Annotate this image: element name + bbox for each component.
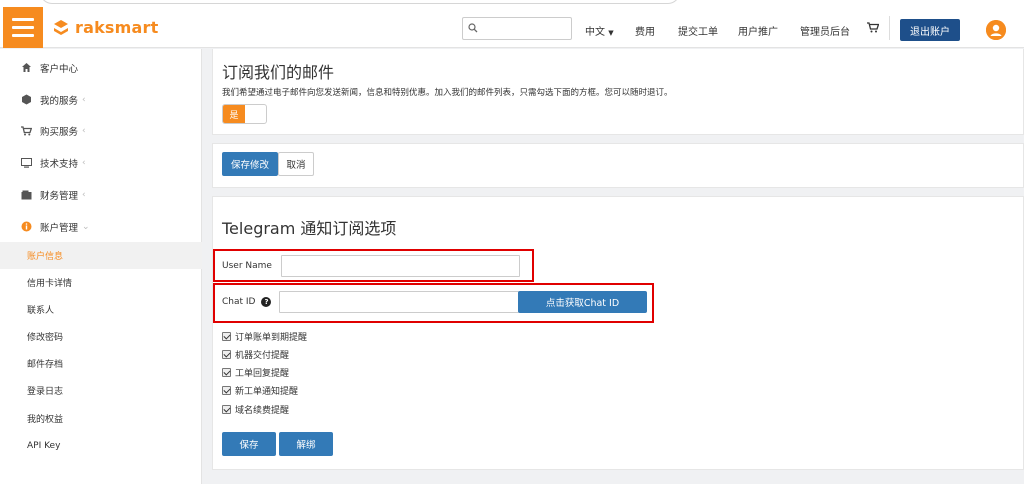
- toggle-on-label: 是: [223, 105, 245, 123]
- option-label: 机器交付提醒: [235, 351, 290, 361]
- logo[interactable]: raksmart: [52, 18, 158, 37]
- sidebar-item-buy-services[interactable]: 购买服务 ‹: [0, 117, 202, 144]
- sidebar-item-label: 我的服务: [40, 95, 79, 107]
- sidebar-subitem-api-key[interactable]: API Key: [0, 432, 202, 459]
- browser-tab-edge: [40, 0, 680, 4]
- home-icon: [20, 62, 32, 74]
- checkbox[interactable]: [222, 386, 231, 395]
- username-input[interactable]: [281, 255, 520, 277]
- header-divider: [889, 16, 890, 40]
- chevron-left-icon: ‹: [82, 157, 86, 168]
- sidebar-item-account[interactable]: 账户管理 ⌄: [0, 213, 202, 240]
- newsletter-title: 订阅我们的邮件: [222, 63, 335, 82]
- cart-icon: [20, 125, 32, 137]
- newsletter-description: 我们希望通过电子邮件向您发送新闻，信息和特别优惠。加入我们的邮件列表，只需勾选下…: [222, 88, 673, 98]
- option-row[interactable]: 订单账单到期提醒: [222, 330, 307, 343]
- chevron-left-icon: ‹: [82, 125, 86, 136]
- checkbox[interactable]: [222, 332, 231, 341]
- checkbox[interactable]: [222, 350, 231, 359]
- get-chatid-button[interactable]: 点击获取Chat ID: [518, 291, 647, 313]
- newsletter-toggle[interactable]: 是: [222, 104, 267, 124]
- nav-fees[interactable]: 费用: [635, 23, 655, 38]
- user-avatar-icon[interactable]: [986, 20, 1006, 40]
- sidebar-item-tech-support[interactable]: 技术支持 ‹: [0, 149, 202, 176]
- logo-text: raksmart: [75, 18, 159, 37]
- sidebar-item-label: 购买服务: [40, 126, 79, 138]
- chevron-left-icon: ‹: [82, 189, 86, 200]
- sidebar-item-label: 技术支持: [40, 158, 79, 170]
- unbind-button[interactable]: 解绑: [279, 432, 333, 456]
- help-icon[interactable]: ?: [261, 297, 272, 307]
- sidebar-item-label: 账户管理: [40, 222, 79, 234]
- option-row[interactable]: 工单回复提醒: [222, 366, 289, 379]
- raksmart-logo-icon: [54, 19, 68, 35]
- sidebar-subitem-account-info[interactable]: 账户信息: [0, 242, 202, 269]
- language-selector[interactable]: 中文 ▼: [585, 23, 614, 38]
- hamburger-menu-icon[interactable]: [3, 7, 43, 48]
- chevron-down-icon: ⌄: [82, 221, 90, 232]
- option-label: 订单账单到期提醒: [235, 333, 308, 343]
- option-label: 域名续费提醒: [235, 406, 290, 416]
- sidebar-item-my-services[interactable]: 我的服务 ‹: [0, 86, 202, 113]
- sidebar-subitem-my-rights[interactable]: 我的权益: [0, 405, 202, 432]
- top-header: raksmart 中文 ▼ 费用 提交工单 用户推广 管理员后台 退出账户: [0, 6, 1024, 48]
- actions-panel: [212, 143, 1024, 188]
- chatid-input[interactable]: [279, 291, 519, 313]
- sidebar-item-label: 财务管理: [40, 190, 79, 202]
- option-label: 新工单通知提醒: [235, 387, 299, 397]
- sidebar-subitem-change-password[interactable]: 修改密码: [0, 323, 202, 350]
- cart-icon[interactable]: [867, 22, 879, 33]
- logout-button[interactable]: 退出账户: [900, 19, 960, 41]
- chevron-left-icon: ‹: [82, 94, 86, 105]
- save-button[interactable]: 保存: [222, 432, 276, 456]
- option-label: 工单回复提醒: [235, 369, 290, 379]
- cancel-button[interactable]: 取消: [278, 152, 314, 176]
- sidebar-subitem-contacts[interactable]: 联系人: [0, 296, 202, 323]
- option-row[interactable]: 新工单通知提醒: [222, 384, 298, 397]
- sidebar-subitem-login-log[interactable]: 登录日志: [0, 377, 202, 404]
- option-row[interactable]: 域名续费提醒: [222, 403, 289, 416]
- checkbox[interactable]: [222, 405, 231, 414]
- sidebar-item-finance[interactable]: 财务管理 ‹: [0, 181, 202, 208]
- search-box[interactable]: [462, 17, 572, 40]
- nav-affiliate[interactable]: 用户推广: [738, 23, 778, 38]
- monitor-icon: [20, 157, 32, 169]
- chatid-label: Chat ID?: [222, 297, 272, 307]
- cube-icon: [20, 94, 32, 106]
- caret-down-icon: ▼: [608, 29, 614, 37]
- option-row[interactable]: 机器交付提醒: [222, 348, 289, 361]
- telegram-title: Telegram 通知订阅选项: [222, 219, 397, 238]
- sidebar-subitem-credit-card[interactable]: 信用卡详情: [0, 269, 202, 296]
- sidebar: 客户中心 我的服务 ‹ 购买服务 ‹ 技术支持 ‹ 财务管理 ‹ 账户管理 ⌄ …: [0, 49, 202, 484]
- search-icon: [468, 23, 478, 33]
- nav-admin[interactable]: 管理员后台: [800, 23, 850, 38]
- info-icon: [20, 221, 32, 233]
- save-changes-button[interactable]: 保存修改: [222, 152, 278, 176]
- nav-submit-ticket[interactable]: 提交工单: [678, 23, 718, 38]
- username-label: User Name: [222, 261, 272, 271]
- wallet-icon: [20, 189, 32, 201]
- sidebar-item-client-center[interactable]: 客户中心: [0, 54, 202, 81]
- sidebar-subitem-email-archive[interactable]: 邮件存档: [0, 350, 202, 377]
- checkbox[interactable]: [222, 368, 231, 377]
- sidebar-item-label: 客户中心: [40, 63, 79, 75]
